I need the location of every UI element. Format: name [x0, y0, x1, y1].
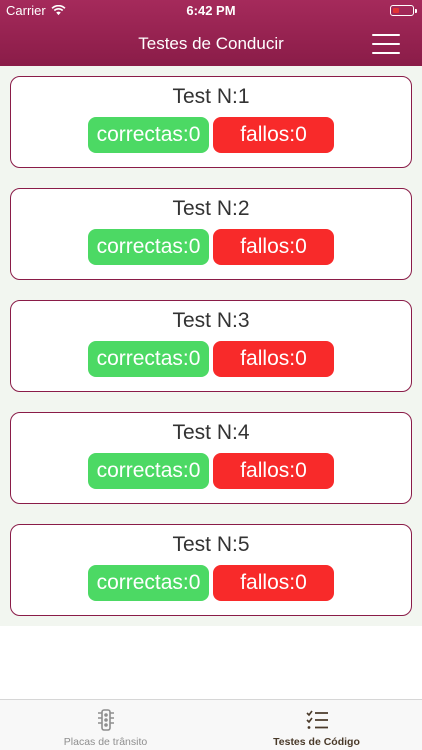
test-card-3[interactable]: Test N:3 correctas:0 fallos:0 [10, 300, 412, 392]
hamburger-menu-icon[interactable] [372, 34, 400, 54]
traffic-light-icon [98, 709, 114, 731]
test-list: Test N:1 correctas:0 fallos:0 Test N:2 c… [0, 66, 422, 626]
checklist-icon [306, 710, 328, 729]
test-title: Test N:1 [172, 85, 250, 108]
correct-count-badge: correctas:0 [88, 117, 209, 153]
test-card-4[interactable]: Test N:4 correctas:0 fallos:0 [10, 412, 412, 504]
correct-count-badge: correctas:0 [88, 341, 209, 377]
tab-testes-de-codigo[interactable]: Testes de Código [211, 700, 422, 750]
correct-count-badge: correctas:0 [88, 565, 209, 601]
correct-count-badge: correctas:0 [88, 453, 209, 489]
tab-label: Placas de trânsito [63, 736, 148, 748]
tab-placas-de-transito[interactable]: Placas de trânsito [0, 700, 211, 750]
test-card-1[interactable]: Test N:1 correctas:0 fallos:0 [10, 76, 412, 168]
battery-icon [390, 5, 417, 16]
fail-count-badge: fallos:0 [213, 565, 334, 601]
clock: 6:42 PM [186, 3, 236, 18]
correct-count-badge: correctas:0 [88, 229, 209, 265]
fail-count-badge: fallos:0 [213, 453, 334, 489]
tab-label: Testes de Código [273, 736, 360, 748]
test-title: Test N:4 [172, 421, 250, 444]
fail-count-badge: fallos:0 [213, 229, 334, 265]
fail-count-badge: fallos:0 [213, 341, 334, 377]
test-title: Test N:3 [172, 309, 250, 332]
test-title: Test N:5 [172, 533, 250, 556]
page-title: Testes de Conducir [138, 34, 284, 53]
navigation-bar: Carrier 6:42 PM Testes de Conducir [0, 0, 422, 66]
test-card-5[interactable]: Test N:5 correctas:0 fallos:0 [10, 524, 412, 616]
test-title: Test N:2 [172, 197, 250, 220]
status-bar: Carrier 6:42 PM [0, 0, 422, 22]
tab-bar: Placas de trânsito Testes de Código [0, 699, 422, 750]
test-card-2[interactable]: Test N:2 correctas:0 fallos:0 [10, 188, 412, 280]
fail-count-badge: fallos:0 [213, 117, 334, 153]
